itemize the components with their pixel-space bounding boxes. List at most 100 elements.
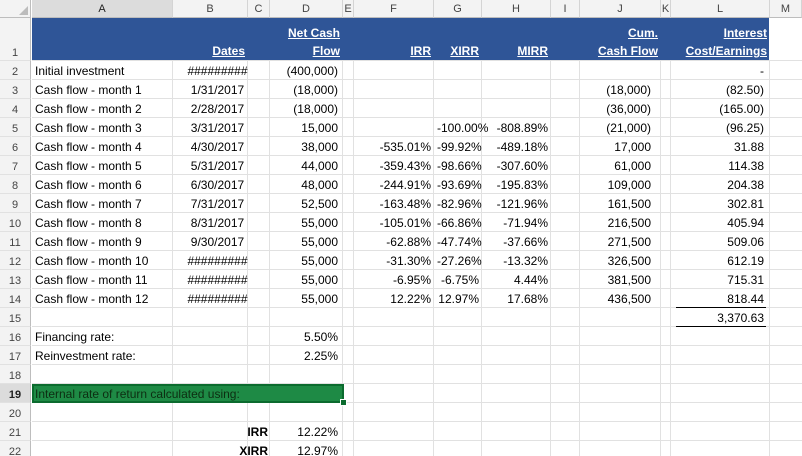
- date-cell: #########: [187, 254, 248, 268]
- cum-cash-flow-cell: 271,500: [607, 235, 651, 249]
- row-header-12[interactable]: 12: [0, 251, 31, 270]
- column-header-g[interactable]: G: [434, 0, 482, 18]
- cum-cash-flow-cell: (18,000): [606, 83, 651, 97]
- mirr-cell: -121.96%: [496, 197, 548, 211]
- date-cell: #########: [187, 273, 248, 287]
- row-header-6[interactable]: 6: [0, 137, 31, 156]
- column-header-l[interactable]: L: [671, 0, 770, 18]
- row-header-17[interactable]: 17: [0, 346, 31, 365]
- row-header-5[interactable]: 5: [0, 118, 31, 137]
- row-label: Cash flow - month 7: [35, 197, 142, 211]
- row-header-19[interactable]: 19: [0, 384, 31, 403]
- row-gridline: [32, 212, 802, 213]
- row-number: 22: [8, 446, 22, 456]
- row-header-2[interactable]: 2: [0, 61, 31, 80]
- column-header-m[interactable]: M: [770, 0, 802, 18]
- net-cash-flow-cell: 55,000: [301, 273, 338, 287]
- column-header-c[interactable]: C: [248, 0, 270, 18]
- row-gridline: [32, 421, 802, 422]
- cum-cash-flow-cell: 216,500: [607, 216, 651, 230]
- date-cell: 7/31/2017: [190, 197, 245, 211]
- column-header-j[interactable]: J: [580, 0, 661, 18]
- row-header-16[interactable]: 16: [0, 327, 31, 346]
- fill-handle[interactable]: [340, 399, 347, 406]
- interest-cell: 204.38: [727, 178, 764, 192]
- xirr-cell: -98.66%: [437, 159, 482, 173]
- column-header-d[interactable]: D: [270, 0, 343, 18]
- net-cash-flow-cell: 44,000: [301, 159, 338, 173]
- select-all-corner[interactable]: [0, 0, 31, 18]
- row-gridline: [32, 250, 802, 251]
- mirr-cell: -37.66%: [503, 235, 548, 249]
- net-cash-flow-cell: 48,000: [301, 178, 338, 192]
- row-header-7[interactable]: 7: [0, 156, 31, 175]
- row-header-4[interactable]: 4: [0, 99, 31, 118]
- row-header-10[interactable]: 10: [0, 213, 31, 232]
- column-header-b[interactable]: B: [173, 0, 248, 18]
- row-header-13[interactable]: 13: [0, 270, 31, 289]
- date-cell: 1/31/2017: [190, 83, 245, 97]
- column-header-h[interactable]: H: [482, 0, 551, 18]
- row-number: 3: [11, 85, 19, 97]
- xirr-cell: -100.00%: [437, 121, 489, 135]
- row-header-3[interactable]: 3: [0, 80, 31, 99]
- row-header-21[interactable]: 21: [0, 422, 31, 441]
- header-interest-line2: Cost/Earnings: [685, 44, 767, 58]
- net-cash-flow-cell: (400,000): [286, 64, 338, 78]
- row-label: Cash flow - month 1: [35, 83, 142, 97]
- row-gridline: [32, 364, 802, 365]
- date-cell: 8/31/2017: [190, 216, 245, 230]
- xirr-cell: -6.75%: [440, 273, 479, 287]
- column-header-a[interactable]: A: [32, 0, 173, 18]
- header-net-cash-flow-line1: Net Cash: [287, 26, 340, 40]
- row-number: 18: [8, 370, 22, 382]
- irr-cell: -31.30%: [386, 254, 431, 268]
- row-header-20[interactable]: 20: [0, 403, 31, 422]
- net-cash-flow-cell: (18,000): [293, 83, 338, 97]
- row-label: Cash flow - month 3: [35, 121, 142, 135]
- date-cell: 4/30/2017: [190, 140, 245, 154]
- summary-label: XIRR: [239, 444, 268, 456]
- column-header-k[interactable]: K: [661, 0, 671, 18]
- row-label: Cash flow - month 12: [35, 292, 149, 306]
- row-number: 16: [8, 332, 22, 344]
- column-header-i[interactable]: I: [551, 0, 580, 18]
- cum-cash-flow-cell: 381,500: [607, 273, 651, 287]
- row-header-8[interactable]: 8: [0, 175, 31, 194]
- net-cash-flow-cell: 38,000: [301, 140, 338, 154]
- row-gridline: [32, 440, 802, 441]
- interest-cell: 509.06: [727, 235, 764, 249]
- mirr-cell: -808.89%: [496, 121, 548, 135]
- interest-cell: 114.38: [728, 159, 764, 173]
- row-header-22[interactable]: 22: [0, 441, 31, 456]
- mirr-cell: [482, 83, 551, 98]
- cum-cash-flow-cell: [580, 64, 661, 79]
- mirr-cell: -195.83%: [496, 178, 548, 192]
- row-header-15[interactable]: 15: [0, 308, 31, 327]
- row-header-11[interactable]: 11: [0, 232, 31, 251]
- row-gridline: [32, 269, 802, 270]
- column-header-e[interactable]: E: [343, 0, 354, 18]
- row-header-1[interactable]: 1: [0, 18, 31, 61]
- row-header-9[interactable]: 9: [0, 194, 31, 213]
- row-number: 21: [8, 427, 22, 439]
- selected-cell-text: Internal rate of return calculated using…: [35, 387, 240, 401]
- row-header-14[interactable]: 14: [0, 289, 31, 308]
- header-cum-cash-flow-line1: Cum.: [628, 26, 658, 40]
- mirr-cell: [482, 102, 551, 117]
- net-cash-flow-cell: 55,000: [301, 254, 338, 268]
- summary-value: 12.22%: [297, 425, 338, 439]
- interest-total-cell: 3,370.63: [717, 311, 764, 325]
- row-number: 17: [8, 351, 22, 363]
- row-gridline: [32, 117, 802, 118]
- mirr-cell: -13.32%: [503, 254, 548, 268]
- net-cash-flow-cell: 52,500: [301, 197, 338, 211]
- row-header-18[interactable]: 18: [0, 365, 31, 384]
- irr-cell: -359.43%: [379, 159, 431, 173]
- irr-cell: -244.91%: [379, 178, 431, 192]
- spreadsheet[interactable]: ABCDEFGHIJKLM 1 2 3 4 5 6 7 8 9 10 11 12 13 14 15 16 17 1…: [0, 0, 802, 456]
- column-header-f[interactable]: F: [354, 0, 434, 18]
- interest-cell: (96.25): [725, 121, 764, 135]
- header-cum-cash-flow-line2: Cash Flow: [597, 44, 658, 58]
- summary-label: IRR: [247, 425, 268, 439]
